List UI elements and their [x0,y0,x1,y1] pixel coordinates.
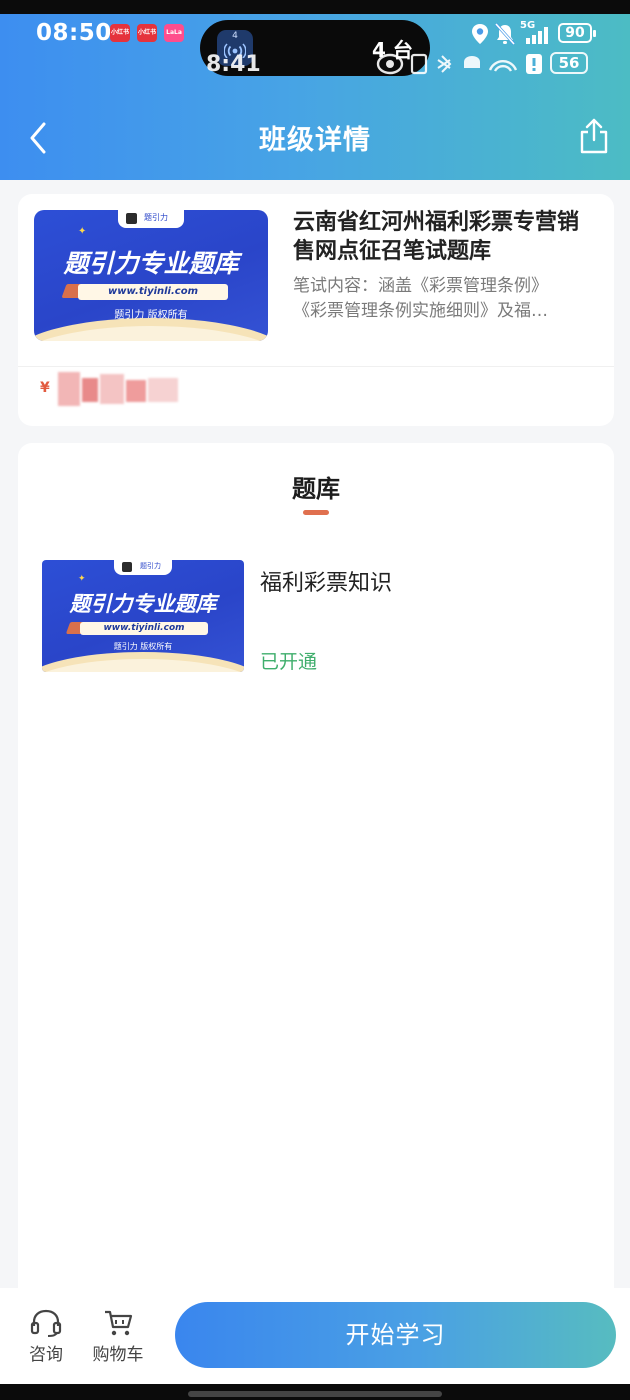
brand-logo-icon [122,562,132,572]
mute-bell-icon [494,22,516,46]
ghost-status-icons [376,53,518,75]
price-symbol: ¥ [40,380,50,396]
thumbnail-url: www.tiyinli.com [80,622,208,635]
thumbnail-url: www.tiyinli.com [78,284,228,300]
home-indicator[interactable] [188,1391,442,1397]
ghost-status-time: 8:41 [206,52,261,77]
course-description: 笔试内容：涵盖《彩票管理条例》 《彩票管理条例实施细则》及福… [293,274,593,324]
thumbnail-title: 题引力专业题库 [63,249,239,278]
lala-app-icon: LaLa [164,24,184,42]
share-icon [580,118,608,154]
tab-underline [303,510,329,515]
blur-block [148,378,178,402]
thumbnail-tab-text: 题引力 [144,213,168,222]
xiaohongshu-app-icon: 小红书 [137,24,157,42]
thumbnail-copyright: 题引力 版权所有 [113,642,173,651]
battery-tip [593,30,596,37]
blur-block [82,378,98,402]
consult-label: 咨询 [29,1345,63,1365]
bank-item-thumbnail: 题引力 ✦ 题引力专业题库 www.tiyinli.com 题引力 版权所有 [42,560,244,672]
consult-button[interactable]: 咨询 [14,1308,78,1368]
course-description-line: 《彩票管理条例实施细则》及福… [293,301,548,321]
headset-icon [30,1309,62,1337]
signal-icon [526,27,548,44]
divider [18,366,614,367]
thumbnail-tab-text: 题引力 [140,562,161,570]
battery-icon: 90 [558,23,592,43]
bank-item[interactable]: 题引力 ✦ 题引力专业题库 www.tiyinli.com 题引力 版权所有 福… [18,543,614,693]
bank-item-name: 福利彩票知识 [260,571,393,596]
top-edge [0,0,630,14]
blur-block [100,374,124,404]
question-bank-panel: 题库 题引力 ✦ 题引力专业题库 www.tiyinli.com 题引力 版权所… [18,443,614,1313]
status-time: 08:50 [36,20,112,46]
star-icon: ✦ [78,574,86,584]
course-thumbnail: 题引力 ✦ 题引力专业题库 www.tiyinli.com 题引力 版权所有 [34,210,268,341]
cart-label: 购物车 [92,1345,144,1365]
bank-heading: 题库 [292,475,340,503]
page-title: 班级详情 [259,125,371,156]
thumbnail-tab: 题引力 [114,560,172,575]
island-badge: 4 [232,31,238,41]
course-description-line: 笔试内容：涵盖《彩票管理条例》 [293,276,548,296]
star-icon: ✦ [78,226,87,237]
start-learning-button[interactable]: 开始学习 [175,1302,616,1368]
alert-icon [526,54,542,74]
share-button[interactable] [578,116,610,156]
location-icon [472,24,488,44]
blur-block [126,380,146,402]
screen: 08:50 小红书 小红书 LaLa 4 4 台 5G 90 8:41 56 班… [0,0,630,1400]
cart-icon [105,1310,133,1336]
thumbnail-tab: 题引力 [118,210,184,228]
xiaohongshu-app-icon: 小红书 [110,24,130,42]
cart-button[interactable]: 购物车 [86,1308,150,1368]
ghost-battery-icon: 56 [550,52,588,74]
course-title: 云南省红河州福利彩票专营销售网点征召笔试题库 [293,210,580,264]
bank-item-status: 已开通 [260,651,318,673]
thumbnail-title: 题引力专业题库 [69,592,217,616]
blur-block [58,372,80,406]
brand-logo-icon [126,213,137,224]
course-card: 题引力 ✦ 题引力专业题库 www.tiyinli.com 题引力 版权所有 云… [18,194,614,426]
bottom-action-bar: 咨询 购物车 开始学习 [0,1288,630,1384]
price-blurred: ¥ [40,372,180,406]
